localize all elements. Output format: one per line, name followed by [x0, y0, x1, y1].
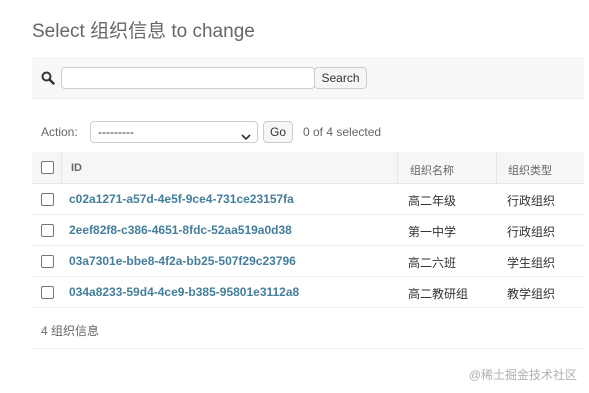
row-org-type: 教学组织	[507, 287, 556, 301]
row-id-link[interactable]: 2eef82f8-c386-4651-8fdc-52aa519a0d38	[69, 223, 292, 237]
search-icon	[41, 71, 55, 85]
column-divider	[496, 152, 497, 183]
row-org-type: 学生组织	[507, 256, 556, 270]
table-row: 034a8233-59d4-4ce9-b385-95801e3112a8 高二教…	[32, 277, 584, 308]
column-divider	[61, 152, 62, 183]
table-row: 2eef82f8-c386-4651-8fdc-52aa519a0d38 第一中…	[32, 215, 584, 246]
action-select-value: ---------	[98, 125, 134, 139]
column-header-type[interactable]: 组织类型	[508, 162, 552, 178]
row-id-link[interactable]: c02a1271-a57d-4e5f-9ce4-731ce23157fa	[69, 192, 294, 206]
action-label: Action:	[41, 125, 78, 139]
row-id-link[interactable]: 03a7301e-bbe8-4f2a-bb25-507f29c23796	[69, 254, 296, 268]
row-id-link[interactable]: 034a8233-59d4-4ce9-b385-95801e3112a8	[69, 285, 299, 299]
page-title: Select 组织信息 to change	[32, 21, 255, 42]
table-row: c02a1271-a57d-4e5f-9ce4-731ce23157fa 高二年…	[32, 184, 584, 215]
search-input[interactable]	[61, 67, 315, 89]
search-toolbar: Search	[32, 58, 584, 99]
watermark: @稀土掘金技术社区	[468, 368, 577, 382]
row-checkbox[interactable]	[41, 193, 54, 206]
row-org-type: 行政组织	[507, 225, 556, 239]
result-count: 4 组织信息	[41, 324, 100, 338]
row-org-name: 高二年级	[408, 194, 457, 208]
column-header-id[interactable]: ID	[71, 162, 82, 174]
actions-bar: Action: --------- Go 0 of 4 selected	[32, 120, 584, 144]
row-org-name: 第一中学	[408, 225, 457, 239]
paginator: 4 组织信息	[32, 310, 584, 349]
action-select[interactable]: ---------	[90, 121, 258, 143]
selection-counter: 0 of 4 selected	[303, 125, 382, 139]
row-org-name: 高二教研组	[408, 287, 469, 301]
row-org-name: 高二六班	[408, 256, 457, 270]
column-header-name[interactable]: 组织名称	[410, 162, 454, 178]
search-button[interactable]: Search	[314, 67, 367, 89]
results-table: ID 组织名称 组织类型 c02a1271-a57d-4e5f-9ce4-731…	[32, 152, 584, 308]
row-checkbox[interactable]	[41, 255, 54, 268]
chevron-down-icon	[241, 128, 251, 141]
select-all-checkbox[interactable]	[41, 161, 54, 174]
table-header: ID 组织名称 组织类型	[32, 152, 584, 184]
row-checkbox[interactable]	[41, 224, 54, 237]
table-row: 03a7301e-bbe8-4f2a-bb25-507f29c23796 高二六…	[32, 246, 584, 277]
go-button[interactable]: Go	[263, 121, 293, 143]
column-divider	[397, 152, 398, 183]
row-org-type: 行政组织	[507, 194, 556, 208]
row-checkbox[interactable]	[41, 286, 54, 299]
admin-change-list-page: Select 组织信息 to change Search Action: ---…	[0, 0, 589, 393]
